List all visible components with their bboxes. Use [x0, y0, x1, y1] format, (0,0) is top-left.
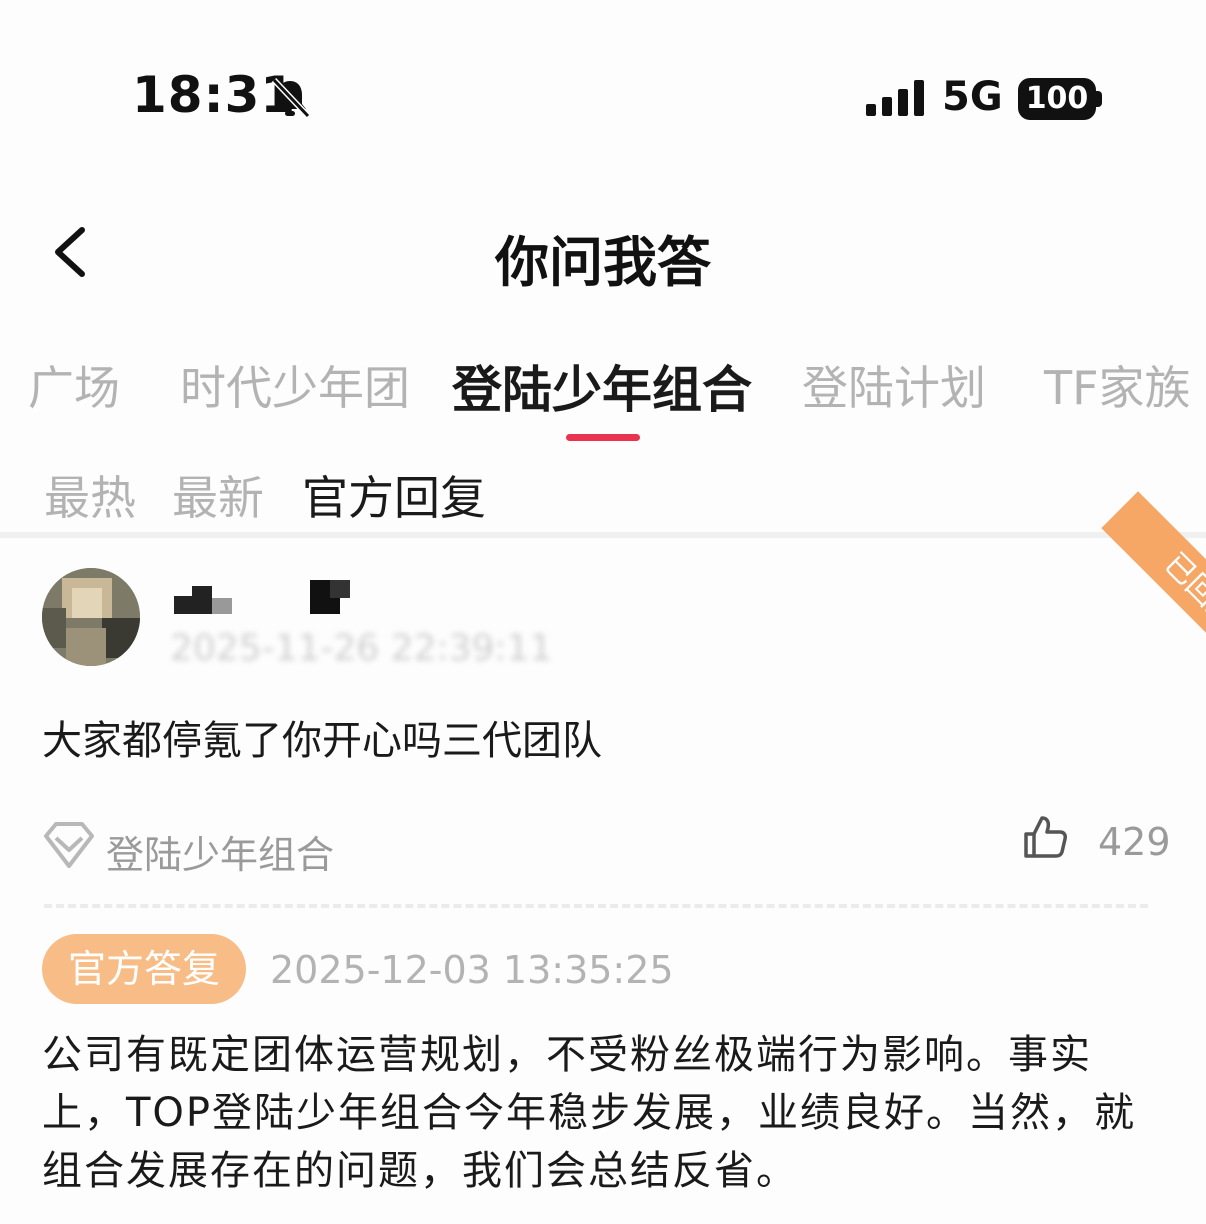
subtab-hottest[interactable]: 最热	[44, 462, 136, 528]
replied-ribbon: 已回复	[1101, 491, 1206, 691]
like-count: 429	[1098, 820, 1171, 864]
pixelated-avatar-image	[42, 568, 140, 666]
dashed-separator	[44, 904, 1148, 908]
tab-plaza[interactable]: 广场	[28, 352, 120, 418]
username-pixelated[interactable]	[172, 578, 372, 618]
answer-text: 公司有既定团体运营规划，不受粉丝极端行为影响。事实上，TOP登陆少年组合今年稳步…	[42, 1032, 1137, 1194]
network-label: 5G	[942, 74, 1003, 120]
avatar[interactable]	[42, 568, 140, 666]
battery-icon: 100	[1018, 78, 1096, 120]
diamond-icon	[44, 822, 94, 868]
question-text: 大家都停氪了你开心吗三代团队	[42, 718, 602, 764]
subtab-newest[interactable]: 最新	[172, 462, 264, 528]
thumbs-up-icon[interactable]	[1022, 814, 1068, 860]
active-tab-indicator	[566, 434, 640, 441]
status-bar: 18:31 5G 100	[0, 0, 1206, 160]
signal-icon	[866, 80, 924, 116]
bell-muted-icon	[271, 77, 311, 119]
tab-tnt[interactable]: 时代少年团	[180, 352, 410, 418]
topic-tag[interactable]: 登陆少年组合	[106, 824, 334, 879]
qa-page: 18:31 5G 100 你问我答 广场 时代少年团 登陆少年组合 登陆计划 T…	[0, 0, 1206, 1224]
tab-tf-family[interactable]: TF家族	[1044, 352, 1191, 418]
subtab-official-reply[interactable]: 官方回复	[302, 462, 486, 528]
official-answer-badge: 官方答复	[42, 934, 246, 1004]
tab-landing-plan[interactable]: 登陆计划	[802, 352, 986, 418]
question-timestamp: 2025-11-26 22:39:11	[170, 628, 553, 669]
section-divider	[0, 532, 1206, 538]
answer-timestamp: 2025-12-03 13:35:25	[270, 948, 674, 992]
tab-top-group[interactable]: 登陆少年组合	[452, 350, 752, 422]
battery-tip	[1096, 91, 1102, 107]
page-title: 你问我答	[495, 231, 711, 294]
